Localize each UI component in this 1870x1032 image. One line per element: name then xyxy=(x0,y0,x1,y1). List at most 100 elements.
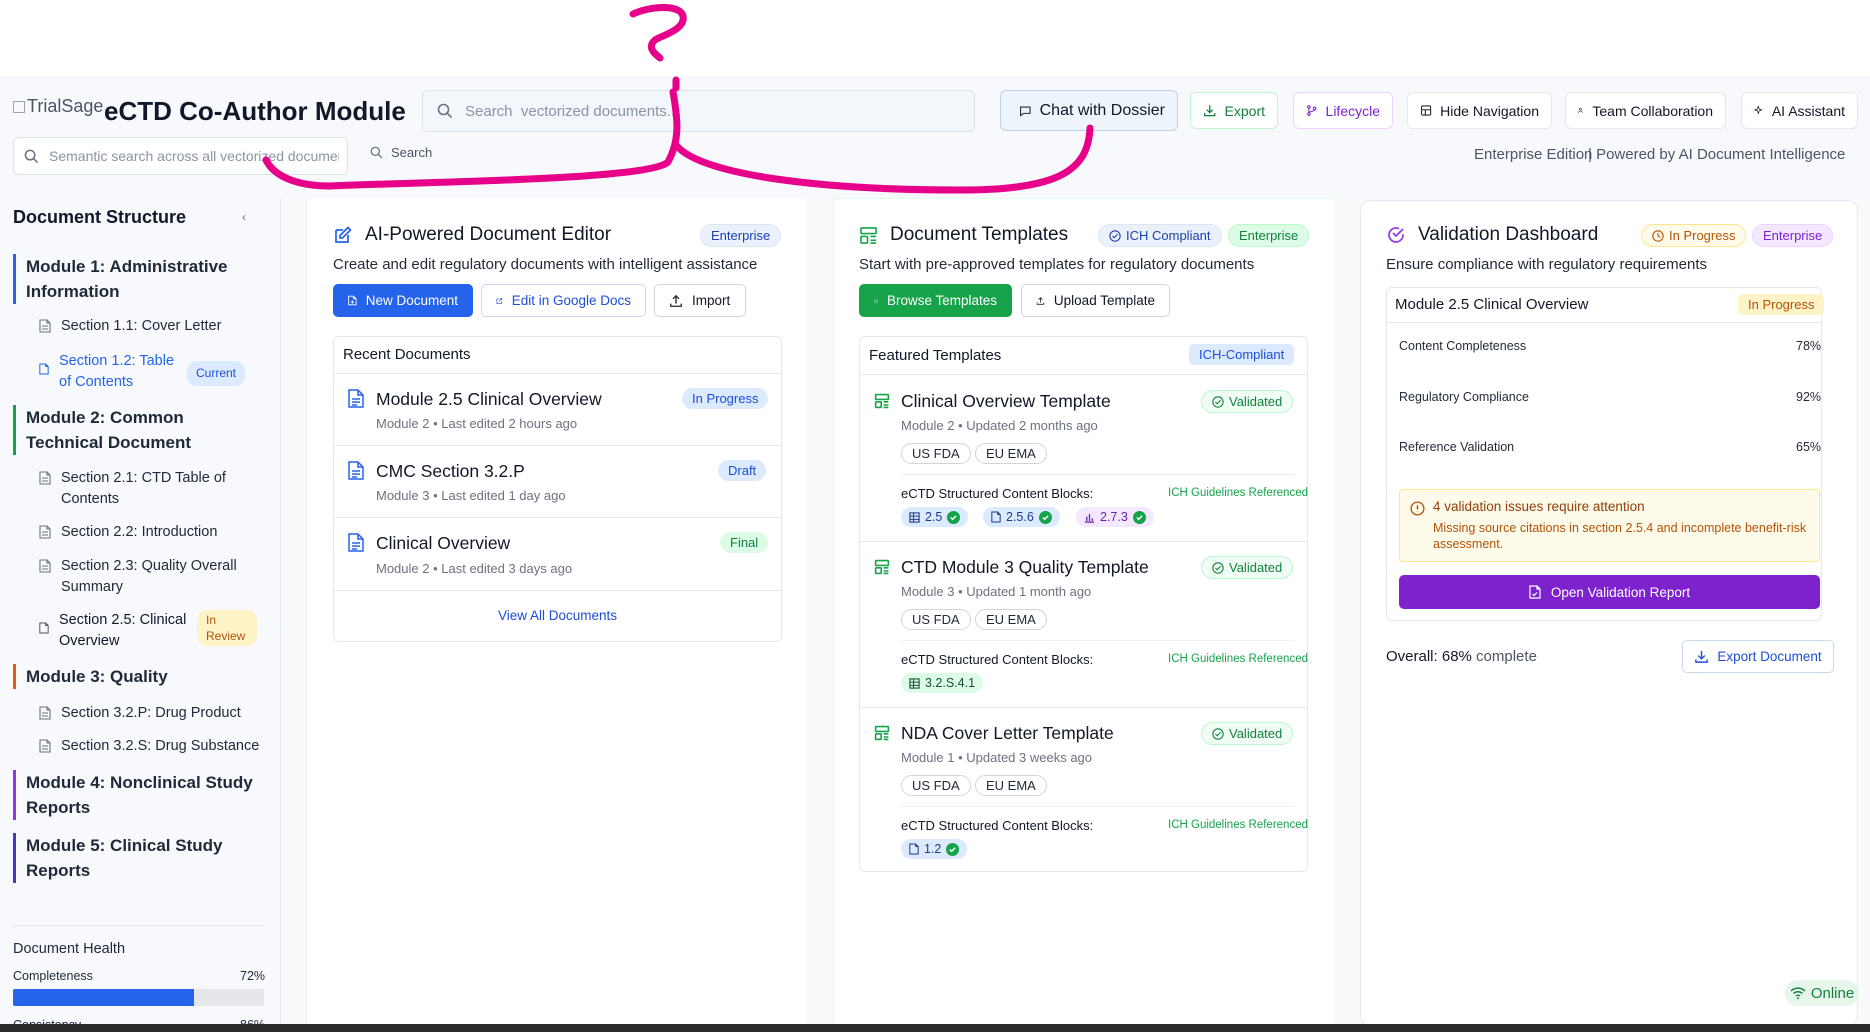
file-icon xyxy=(991,511,1001,523)
editor-title-text: AI-Powered Document Editor xyxy=(365,224,612,245)
hide-navigation-button[interactable]: Hide Navigation xyxy=(1407,92,1552,129)
collapse-sidebar-button[interactable]: ‹ xyxy=(242,210,246,224)
validation-card-title: Validation Dashboard xyxy=(1386,224,1598,246)
file-icon xyxy=(39,471,51,485)
sidebar-section-3-2-s[interactable]: Section 3.2.S: Drug Substance xyxy=(39,736,259,757)
view-all-documents-link[interactable]: View All Documents xyxy=(334,608,781,623)
sidebar-section-2-2[interactable]: Section 2.2: Introduction xyxy=(39,522,217,543)
online-status: Online xyxy=(1785,980,1859,1006)
validation-summary-box xyxy=(1386,287,1822,621)
vector-search-bar[interactable] xyxy=(422,90,975,132)
template-meta: Module 1 • Updated 3 weeks ago xyxy=(901,750,1093,765)
divider xyxy=(901,474,1295,475)
users-icon xyxy=(1578,107,1583,113)
file-plus-icon xyxy=(348,295,357,306)
block-id: 3.2.S.4.1 xyxy=(925,676,976,690)
sidebar-module-5[interactable]: Module 5: Clinical Study Reports xyxy=(13,833,263,883)
file-check-icon xyxy=(1529,585,1541,599)
section-label: Section 3.2.P: Drug Product xyxy=(61,705,241,721)
vector-search-input[interactable] xyxy=(465,102,945,120)
content-block-chip[interactable]: 2.7.3 xyxy=(1076,507,1154,527)
import-button[interactable]: Import xyxy=(654,284,746,317)
section-label: Section 2.1: CTD Table of Contents xyxy=(61,470,226,507)
sparkles-icon xyxy=(1754,105,1763,114)
edit-in-google-docs-button[interactable]: Edit in Google Docs xyxy=(481,284,646,317)
sidebar-section-3-2-p[interactable]: Section 3.2.P: Drug Product xyxy=(39,703,241,724)
git-branch-icon xyxy=(1307,105,1317,116)
export-document-button[interactable]: Export Document xyxy=(1682,640,1834,673)
sidebar-module-3[interactable]: Module 3: Quality xyxy=(13,664,263,689)
file-text-icon xyxy=(348,389,364,408)
region-tag: EU EMA xyxy=(975,775,1047,796)
sidebar-section-2-1[interactable]: Section 2.1: CTD Table of Contents xyxy=(39,468,239,510)
sidebar-section-2-5[interactable]: Section 2.5: Clinical Overview In Review xyxy=(39,610,259,652)
sidebar-title: Document Structure xyxy=(13,207,187,227)
sidebar-section-1-1[interactable]: Section 1.1: Cover Letter xyxy=(39,316,221,337)
divider xyxy=(334,445,781,446)
status-badge: Draft xyxy=(718,460,767,481)
divider xyxy=(334,590,781,591)
overall-value: Overall: 68% xyxy=(1386,648,1472,665)
powered-by-label: | Powered by AI Document Intelligence xyxy=(1588,146,1846,163)
region-tag: US FDA xyxy=(901,609,971,630)
content-block-chip[interactable]: 3.2.S.4.1 xyxy=(901,673,984,693)
semantic-search-bar[interactable] xyxy=(13,137,348,175)
open-validation-report-button[interactable]: Open Validation Report xyxy=(1399,575,1820,609)
semantic-search-input[interactable] xyxy=(49,148,339,164)
editor-subtitle: Create and edit regulatory documents wit… xyxy=(333,256,758,273)
upload-template-button[interactable]: Upload Template xyxy=(1021,284,1170,317)
team-collaboration-button[interactable]: Team Collaboration xyxy=(1565,92,1726,129)
search-icon xyxy=(370,146,383,159)
bottom-bar xyxy=(0,1024,1870,1032)
layout-template-icon xyxy=(874,725,890,741)
recent-doc-title: CMC Section 3.2.P xyxy=(376,461,525,481)
search-button[interactable]: Search xyxy=(370,145,432,160)
sidebar-divider xyxy=(13,925,264,926)
validation-alert: 4 validation issues require attention Mi… xyxy=(1399,489,1820,562)
check-circle-icon xyxy=(1388,227,1404,243)
export-button[interactable]: Export xyxy=(1190,92,1278,129)
lifecycle-button[interactable]: Lifecycle xyxy=(1293,92,1393,129)
chat-with-dossier-button[interactable]: Chat with Dossier xyxy=(1000,90,1178,131)
file-icon xyxy=(39,319,51,333)
metric-label: Reference Validation xyxy=(1399,440,1515,454)
metric-value: 65% xyxy=(1796,440,1822,454)
validated-badge: Validated xyxy=(1201,722,1294,745)
check-icon xyxy=(947,510,961,524)
recent-doc-meta: Module 3 • Last edited 1 day ago xyxy=(376,488,566,503)
content-block-chip[interactable]: 2.5.6 xyxy=(983,507,1060,527)
section-label: Section 1.2: Table of Contents xyxy=(59,353,175,390)
check-icon xyxy=(946,842,960,856)
validation-box-title: Module 2.5 Clinical Overview xyxy=(1395,296,1589,313)
sidebar-module-1[interactable]: Module 1: Administrative Information xyxy=(13,254,263,304)
metric-value: 78% xyxy=(1796,339,1822,353)
browse-templates-button[interactable]: Browse Templates xyxy=(859,284,1012,317)
ich-guidelines-label: ICH Guidelines Referenced xyxy=(1168,819,1308,831)
upload-icon xyxy=(1036,296,1045,305)
content-blocks-label: eCTD Structured Content Blocks: xyxy=(901,818,1094,833)
online-text: Online xyxy=(1810,984,1855,1002)
sidebar-section-1-2[interactable]: Section 1.2: Table of Contents Current xyxy=(39,351,257,393)
section-label: Section 2.5: Clinical Overview xyxy=(59,612,187,649)
hide-navigation-label: Hide Navigation xyxy=(1440,102,1539,119)
sidebar-section-2-3[interactable]: Section 2.3: Quality Overall Summary xyxy=(39,556,239,598)
metric-value: 92% xyxy=(1796,390,1822,404)
content-block-chip[interactable]: 1.2 xyxy=(901,839,968,859)
template-meta: Module 2 • Updated 2 months ago xyxy=(901,418,1098,433)
sidebar-module-2[interactable]: Module 2: Common Technical Document xyxy=(13,405,263,455)
file-icon xyxy=(39,706,51,720)
new-document-button[interactable]: New Document xyxy=(333,284,473,317)
ich-guidelines-label: ICH Guidelines Referenced xyxy=(1168,487,1308,499)
file-text-icon xyxy=(348,533,364,552)
broken-image-icon xyxy=(13,100,25,113)
section-label: Section 2.2: Introduction xyxy=(61,524,218,540)
sidebar-module-4[interactable]: Module 4: Nonclinical Study Reports xyxy=(13,770,263,820)
clock-icon xyxy=(1652,229,1664,242)
ai-assistant-button[interactable]: AI Assistant xyxy=(1741,92,1858,129)
status-badge: In Progress xyxy=(1738,294,1825,315)
enterprise-badge: Enterprise xyxy=(1752,224,1834,247)
divider xyxy=(860,541,1307,542)
search-icon xyxy=(24,149,39,163)
content-block-chip[interactable]: 2.5 xyxy=(901,507,969,527)
completeness-label: Completeness xyxy=(13,969,93,983)
